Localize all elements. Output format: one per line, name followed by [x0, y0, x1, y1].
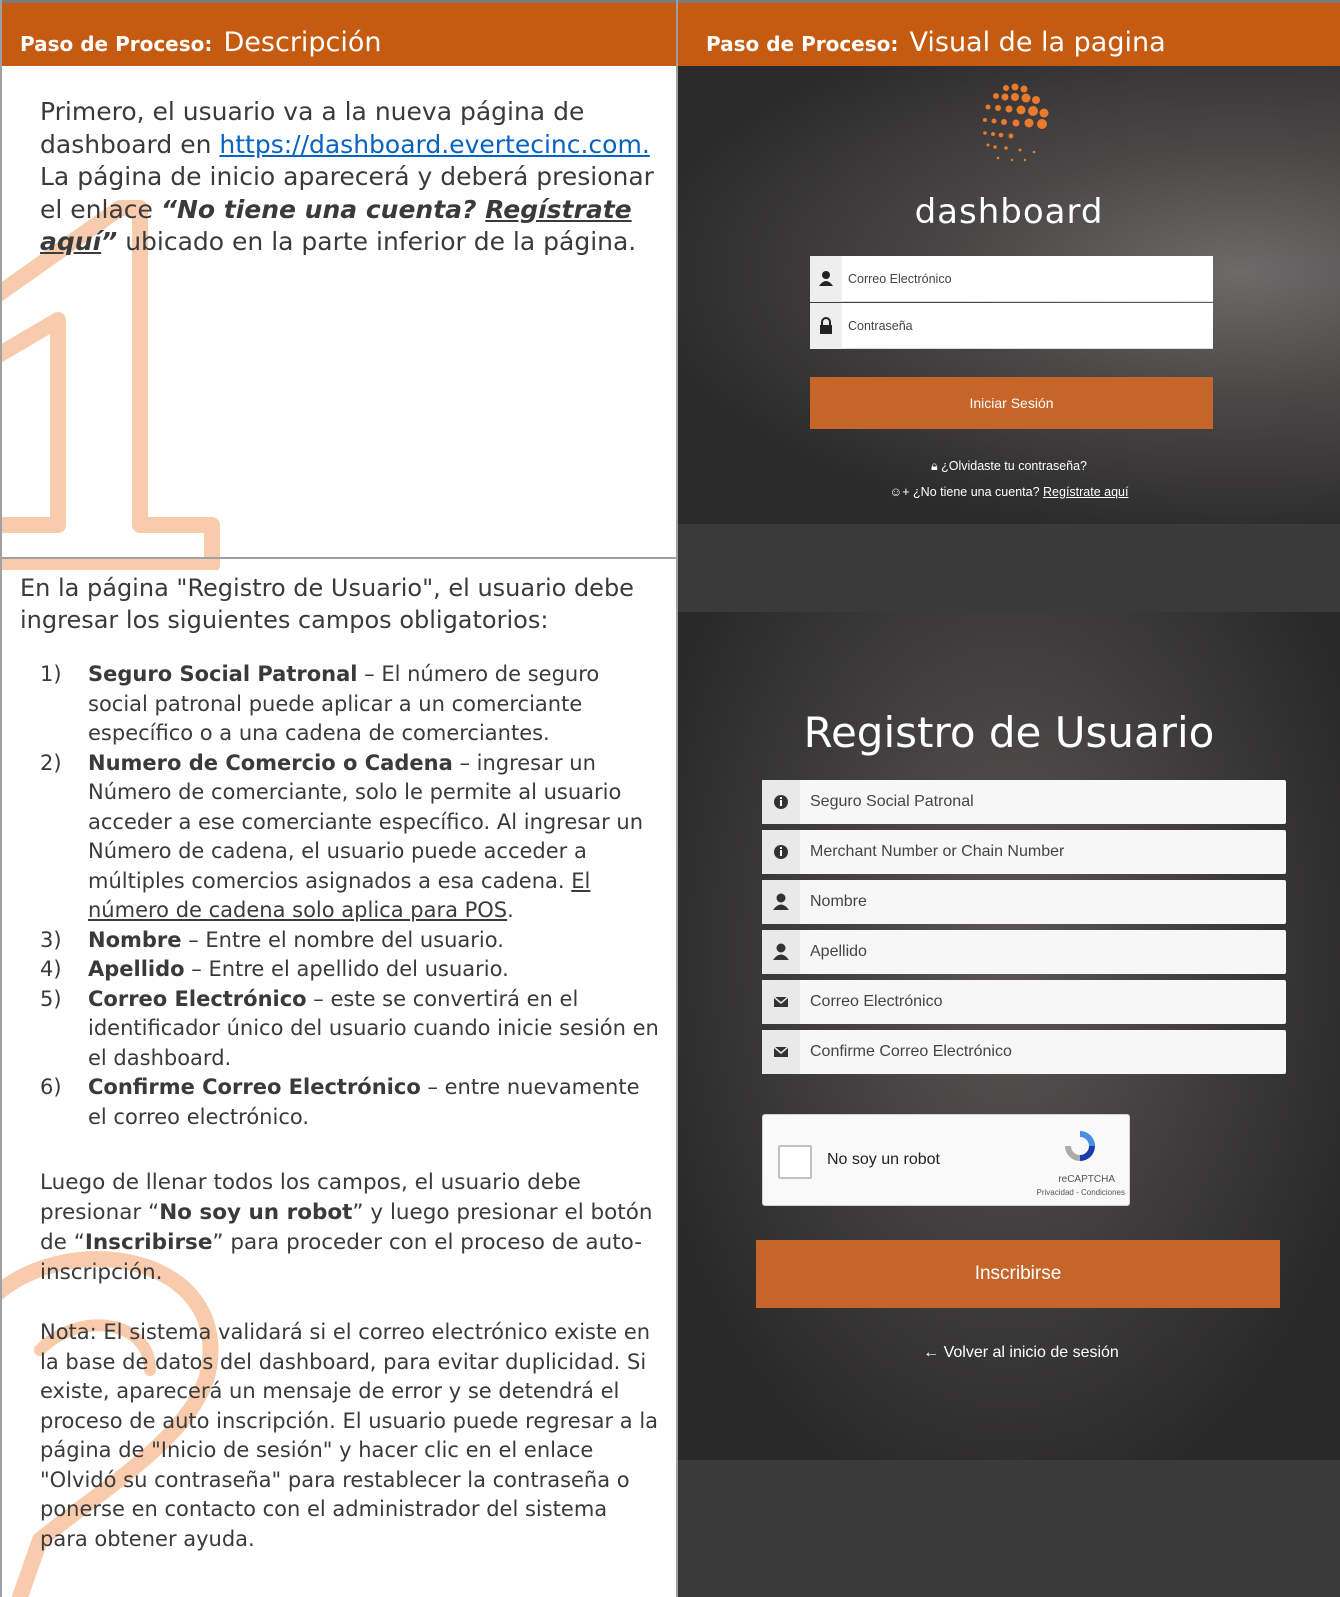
recaptcha-brand: reCAPTCHA: [1058, 1174, 1115, 1185]
list-number: 6): [40, 1075, 62, 1099]
email-field[interactable]: Correo Electrónico: [762, 980, 1286, 1024]
register-title: Registro de Usuario: [803, 708, 1215, 757]
lock-icon: 🔒︎: [930, 459, 942, 473]
recaptcha-checkbox[interactable]: [778, 1145, 812, 1179]
no-account-text: ¿No tiene una cuenta?: [913, 485, 1040, 499]
step1-quote-open: “No tiene una cuenta?: [160, 194, 486, 224]
confirm-email-field[interactable]: Confirme Correo Electrónico: [762, 1030, 1286, 1074]
list-number: 4): [40, 957, 62, 981]
table-header: Paso de Proceso: Descripción Paso de Pro…: [0, 0, 1340, 66]
left-border: [0, 0, 2, 1597]
add-user-icon: ☺+: [889, 485, 914, 499]
merchant-number-field[interactable]: Merchant Number or Chain Number: [762, 830, 1286, 874]
register-link-row: ☺+ ¿No tiene una cuenta? Regístrate aquí: [678, 485, 1340, 499]
step1-description: Primero, el usuario va a la nueva página…: [40, 96, 670, 259]
header-left-value: Descripción: [223, 27, 382, 58]
forgot-password-link[interactable]: 🔒︎ ¿Olvidaste tu contraseña?: [678, 459, 1340, 474]
list-item-title: Numero de Comercio o Cadena: [88, 750, 453, 775]
list-item-text: – Entre el nombre del usuario.: [181, 927, 504, 952]
user-icon: [762, 880, 800, 924]
merchant-number-placeholder: Merchant Number or Chain Number: [810, 843, 1065, 860]
apellido-field[interactable]: Apellido: [762, 930, 1286, 974]
header-right: Paso de Proceso: Visual de la pagina: [706, 3, 1166, 66]
user-icon: [762, 930, 800, 974]
nombre-placeholder: Nombre: [810, 893, 867, 910]
register-screenshot-footer: [678, 1460, 1340, 1597]
list-item-tail: .: [507, 898, 514, 922]
email-placeholder: Correo Electrónico: [848, 272, 952, 286]
login-screenshot: dashboard Correo Electrónico Contraseña …: [678, 66, 1340, 524]
login-screenshot-footer: [678, 524, 1340, 612]
recaptcha-widget: No soy un robot reCAPTCHA Privacidad - C…: [762, 1114, 1130, 1206]
step2-intro: En la página "Registro de Usuario", el u…: [20, 574, 634, 634]
recaptcha-terms[interactable]: Privacidad - Condiciones: [1037, 1188, 1126, 1197]
list-number: 5): [40, 986, 62, 1011]
info-icon: [762, 830, 800, 874]
inscribirse-button[interactable]: Inscribirse: [756, 1240, 1280, 1308]
seguro-social-placeholder: Seguro Social Patronal: [810, 793, 974, 810]
header-left-label: Paso de Proceso:: [20, 32, 213, 56]
envelope-icon: [762, 980, 800, 1024]
back-to-login-link[interactable]: ← Volver al inicio de sesión: [678, 1344, 1340, 1362]
arrow-left-icon: ←: [923, 1344, 944, 1361]
after-text-bold-robot: No soy un robot: [159, 1200, 353, 1225]
list-number: 2): [40, 750, 62, 775]
list-item-title: Seguro Social Patronal: [88, 662, 358, 686]
register-screenshot: Registro de Usuario Seguro Social Patron…: [678, 612, 1340, 1460]
list-item: 6) Confirme Correo Electrónico – entre nu…: [40, 1073, 660, 1132]
header-left: Paso de Proceso: Descripción: [20, 3, 382, 66]
user-icon: [810, 256, 842, 302]
register-here-link[interactable]: Regístrate aquí: [1043, 485, 1128, 499]
row-divider: [0, 557, 690, 559]
list-item: 5) Correo Electrónico – este se convertir…: [40, 985, 660, 1074]
required-fields-list: 1) Seguro Social Patronal – El número de …: [40, 660, 660, 1132]
list-number: 1): [40, 662, 62, 686]
header-right-value: Visual de la pagina: [909, 27, 1166, 58]
nombre-field[interactable]: Nombre: [762, 880, 1286, 924]
confirm-email-placeholder: Confirme Correo Electrónico: [810, 1043, 1012, 1060]
apellido-placeholder: Apellido: [810, 943, 867, 960]
forgot-password-text: ¿Olvidaste tu contraseña?: [941, 459, 1088, 473]
recaptcha-logo-icon: [1065, 1131, 1095, 1161]
dashboard-logo-icon: [983, 83, 1049, 162]
list-item-title: Confirme Correo Electrónico: [88, 1075, 421, 1099]
list-item: 4) Apellido – Entre el apellido del usuar…: [40, 955, 660, 985]
dashboard-url-link[interactable]: https://dashboard.evertecinc.com.: [219, 130, 649, 159]
login-button[interactable]: Iniciar Sesión: [810, 377, 1213, 429]
recaptcha-label: No soy un robot: [827, 1151, 940, 1168]
password-placeholder: Contraseña: [848, 319, 913, 333]
list-number: 3): [40, 927, 62, 952]
back-to-login-text: Volver al inicio de sesión: [943, 1344, 1119, 1361]
step1-quote-close: ”: [101, 227, 118, 256]
step1-end: ubicado en la parte inferior de la págin…: [117, 227, 637, 256]
login-email-field[interactable]: Correo Electrónico: [810, 256, 1213, 302]
list-item-title: Correo Electrónico: [88, 986, 307, 1011]
list-item-title: Apellido: [88, 957, 185, 981]
list-item-title: Nombre: [88, 927, 182, 952]
list-item: 1) Seguro Social Patronal – El número de …: [40, 660, 660, 749]
envelope-icon: [762, 1030, 800, 1074]
seguro-social-field[interactable]: Seguro Social Patronal: [762, 780, 1286, 824]
info-icon: [762, 780, 800, 824]
list-item-text: – Entre el apellido del usuario.: [184, 957, 509, 981]
list-item: 3) Nombre – Entre el nombre del usuario.: [40, 926, 660, 956]
step2-after-text: Luego de llenar todos los campos, el usu…: [40, 1168, 660, 1288]
lock-icon: [810, 303, 842, 349]
step2-note: Nota: El sistema validará si el correo e…: [40, 1320, 659, 1551]
list-item: 2) Numero de Comercio o Cadena – ingresar…: [40, 749, 660, 926]
dashboard-brand-text: dashboard: [914, 192, 1104, 232]
header-right-label: Paso de Proceso:: [706, 32, 899, 56]
after-text-bold-inscribirse: Inscribirse: [84, 1230, 213, 1255]
email-placeholder: Correo Electrónico: [810, 993, 943, 1010]
login-password-field[interactable]: Contraseña: [810, 303, 1213, 349]
